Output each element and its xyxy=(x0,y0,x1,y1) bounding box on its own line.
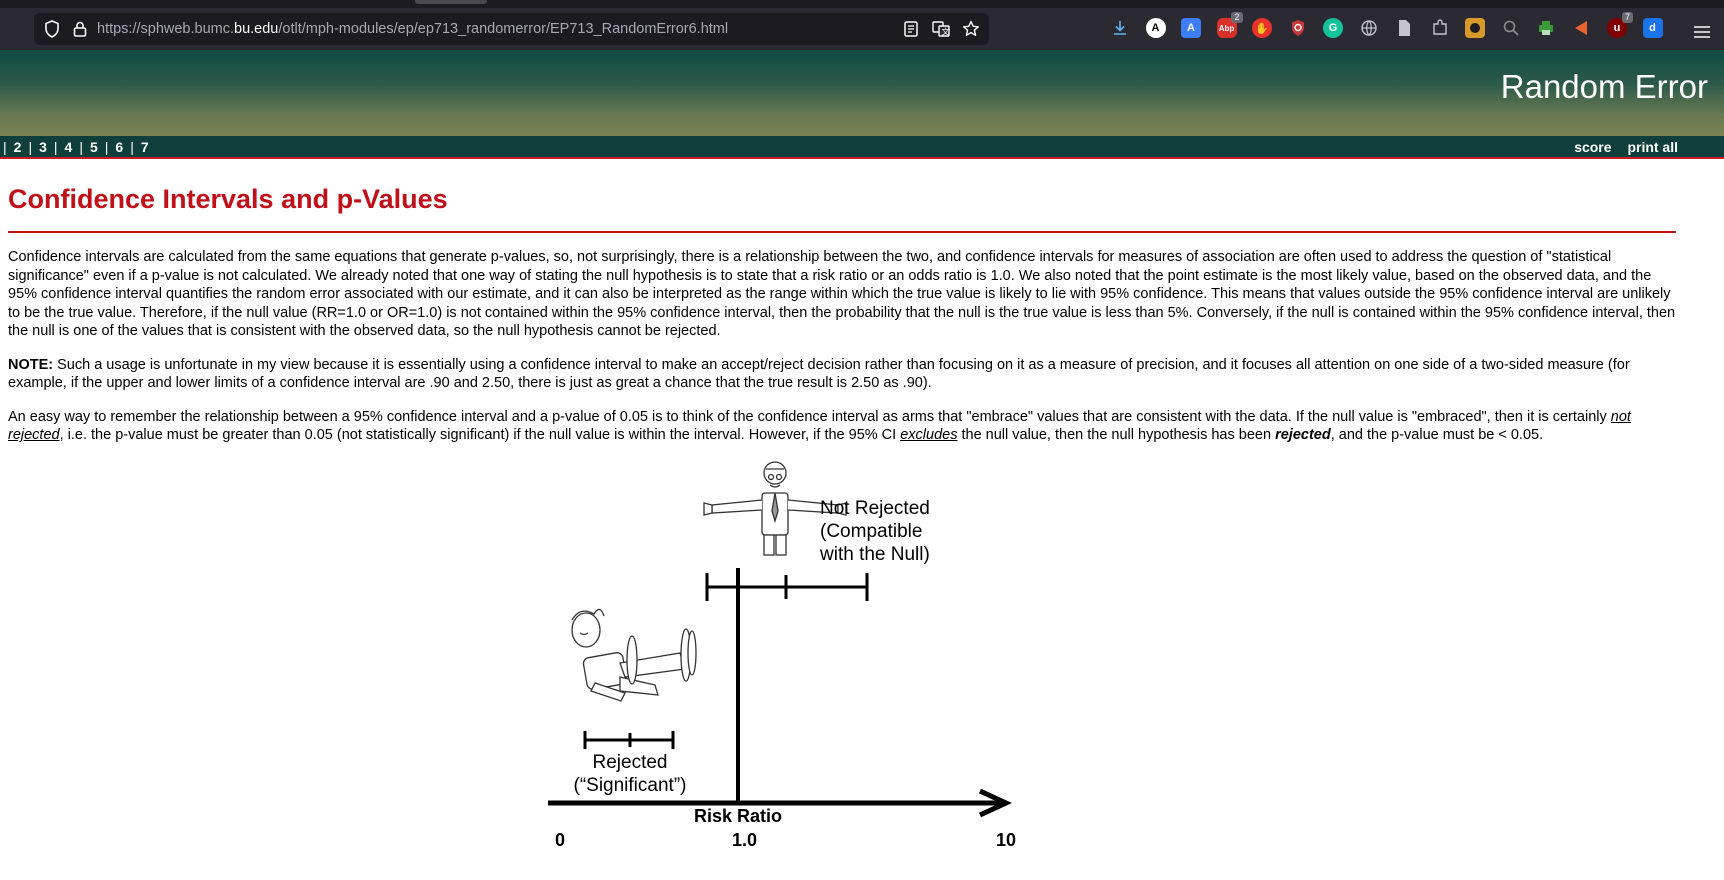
globe-icon[interactable] xyxy=(1359,18,1379,38)
article: Confidence Intervals and p-Values Confid… xyxy=(8,159,1676,445)
heading-divider xyxy=(8,231,1676,233)
tracking-shield-icon[interactable] xyxy=(42,19,62,39)
falling-man-illustration xyxy=(571,608,697,702)
rejected-label: Rejected (“Significant”) xyxy=(573,752,687,796)
browser-toolbar: https://sphweb.bumc.bu.edu/otlt/mph-modu… xyxy=(0,8,1724,50)
printer-icon[interactable] xyxy=(1536,18,1556,38)
lock-icon[interactable] xyxy=(70,19,90,39)
extensions-puzzle-icon[interactable] xyxy=(1430,18,1450,38)
excludes-emphasis: excludes xyxy=(900,427,958,443)
dark-reader-icon[interactable] xyxy=(1465,18,1485,38)
paragraph-embrace: An easy way to remember the relationship… xyxy=(8,408,1631,444)
hand-stop-icon[interactable]: ✋ xyxy=(1252,18,1272,38)
active-tab-indicator[interactable] xyxy=(415,0,487,4)
note-label: NOTE: xyxy=(8,356,54,373)
translate-page-icon[interactable]: 文 xyxy=(931,19,951,39)
tick-0: 0 xyxy=(555,830,566,850)
abp-icon[interactable]: Abp 2 xyxy=(1216,12,1243,38)
page-navigation-bar: | 2 | 3 | 4 | 5 | 6 | 7 score print all xyxy=(0,136,1724,159)
bookmark-star-icon[interactable] xyxy=(961,19,981,39)
axis-label: Risk Ratio xyxy=(694,806,783,826)
grammarly-icon[interactable]: G xyxy=(1323,18,1343,38)
a-circle-icon[interactable]: A xyxy=(1145,18,1166,38)
score-link[interactable]: score xyxy=(1574,139,1611,155)
page-link-4[interactable]: 4 xyxy=(65,139,73,155)
ublock-badge: 7 xyxy=(1621,12,1633,23)
site-title: Random Error xyxy=(1500,68,1708,105)
page-link-7[interactable]: 7 xyxy=(141,139,149,155)
reader-view-icon[interactable] xyxy=(901,19,921,39)
arrow-clip-icon[interactable] xyxy=(1572,18,1592,38)
paragraph-intro: Confidence intervals are calculated from… xyxy=(8,249,1676,339)
magnifier-icon[interactable] xyxy=(1501,18,1521,38)
note-text: Such a usage is unfortunate in my view b… xyxy=(8,356,1630,392)
site-banner: Random Error xyxy=(0,50,1724,136)
hamburger-menu-icon[interactable] xyxy=(1694,25,1710,38)
page-icon[interactable] xyxy=(1394,18,1414,38)
tick-10: 10 xyxy=(996,830,1017,850)
ublock-badge-icon[interactable]: u7 xyxy=(1607,12,1633,38)
rejected-emphasis: rejected xyxy=(1275,427,1331,443)
url-bar[interactable]: https://sphweb.bumc.bu.edu/otlt/mph-modu… xyxy=(34,13,989,45)
print-all-link[interactable]: print all xyxy=(1627,139,1678,155)
tab-strip xyxy=(0,0,1724,8)
page-link-3[interactable]: 3 xyxy=(39,139,47,155)
url-domain: bu.edu xyxy=(234,21,279,37)
url-path: /otlt/mph-modules/ep/ep713_randomerror/E… xyxy=(278,21,729,37)
page-link-2[interactable]: 2 xyxy=(14,139,22,155)
page-link-6[interactable]: 6 xyxy=(115,139,123,155)
url-prefix: https://sphweb.bumc. xyxy=(97,21,235,37)
svg-text:文: 文 xyxy=(942,27,950,37)
extension-toolbar: A A Abp 2 ✋ G u7 d xyxy=(1110,12,1663,38)
url-text[interactable]: https://sphweb.bumc.bu.edu/otlt/mph-modu… xyxy=(97,21,728,37)
page-links: | 2 | 3 | 4 | 5 | 6 | 7 xyxy=(3,139,149,155)
download-icon[interactable] xyxy=(1110,18,1130,38)
not-rejected-label: Not Rejected (Compatible with the Null) xyxy=(820,498,930,565)
paragraph-note: NOTE: Such a usage is unfortunate in my … xyxy=(8,356,1676,393)
tick-1: 1.0 xyxy=(732,830,758,850)
page-link-5[interactable]: 5 xyxy=(90,139,98,155)
d-box-icon[interactable]: d xyxy=(1642,18,1663,38)
abp-badge: 2 xyxy=(1231,12,1243,23)
shield-ublock-icon[interactable] xyxy=(1288,18,1308,38)
translate-icon[interactable]: A xyxy=(1181,18,1201,38)
embrace-figure: Not Rejected (Compatible with the Null) … xyxy=(540,455,1040,855)
page-title: Confidence Intervals and p-Values xyxy=(8,184,448,214)
